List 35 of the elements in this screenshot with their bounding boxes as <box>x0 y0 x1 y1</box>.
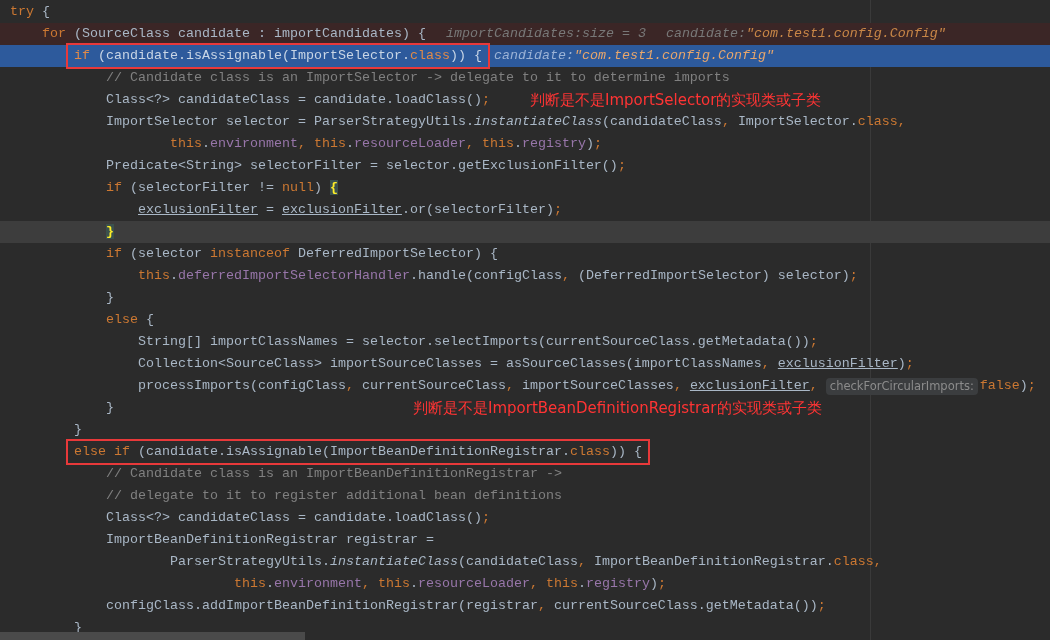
code-line: for (SourceClass candidate : importCandidates) { <box>42 25 426 43</box>
code-line: ImportBeanDefinitionRegistrar registrar = <box>106 531 434 549</box>
code-line: else if (candidate.isAssignable(ImportBeanDefinitionRegistrar.class)) { <box>74 443 642 461</box>
code-line: configClass.addImportBeanDefinitionRegistrar(registrar, currentSourceClass.getMetadata()); <box>106 597 826 615</box>
code-line: // Candidate class is an ImportBeanDefinitionRegistrar -> <box>106 465 562 483</box>
code-line: false); <box>979 377 1036 395</box>
code-line: Class<?> candidateClass = candidate.loadClass(); <box>106 91 490 109</box>
code-line: this.environment, this.resourceLoader, this.registry); <box>169 135 602 153</box>
code-line: ImportSelector selector = ParserStrategyUtils.instantiateClass(candidateClass, ImportSelector.class, <box>106 113 906 131</box>
code-line: if (selector instanceof DeferredImportSelector) { <box>106 245 498 263</box>
inline-debug-value: candidate:"com.test1.config.Config" <box>493 47 774 65</box>
parameter-hint: checkForCircularImports: <box>825 377 978 395</box>
code-line: // Candidate class is an ImportSelector -> delegate to it to determine imports <box>106 69 730 87</box>
inline-debug-value: importCandidates:size = 3 <box>445 25 646 43</box>
code-line: try { <box>10 3 50 21</box>
code-line: Predicate<String> selectorFilter = selector.getExclusionFilter(); <box>106 157 626 175</box>
code-line: if (selectorFilter != null) { <box>106 179 338 197</box>
code-line: String[] importClassNames = selector.selectImports(currentSourceClass.getMetadata()); <box>138 333 818 351</box>
code-line: // delegate to it to register additional bean definitions <box>106 487 562 505</box>
code-line: } <box>106 289 114 307</box>
code-line: processImports(configClass, currentSourceClass, importSourceClasses, exclusionFilter, <box>138 377 818 395</box>
code-line: else { <box>106 311 154 329</box>
code-line: } <box>106 399 114 417</box>
code-line: Class<?> candidateClass = candidate.loadClass(); <box>106 509 490 527</box>
code-line: exclusionFilter = exclusionFilter.or(selectorFilter); <box>138 201 562 219</box>
code-line: Collection<SourceClass> importSourceClasses = asSourceClasses(importClassNames, exclusionFilter); <box>138 355 914 373</box>
annotation-text: 判断是不是ImportSelector的实现类或子类 <box>530 90 822 111</box>
code-line: if (candidate.isAssignable(ImportSelector.class)) { <box>74 47 482 65</box>
horizontal-scrollbar[interactable] <box>0 632 305 640</box>
annotation-text: 判断是不是ImportBeanDefinitionRegistrar的实现类或子类 <box>413 398 822 419</box>
code-line: ParserStrategyUtils.instantiateClass(candidateClass, ImportBeanDefinitionRegistrar.class, <box>169 553 882 571</box>
code-line: this.deferredImportSelectorHandler.handle(configClass, (DeferredImportSelector) selector); <box>138 267 858 285</box>
inline-debug-value: candidate:"com.test1.config.Config" <box>665 25 946 43</box>
code-line: } <box>74 421 82 439</box>
code-line: this.environment, this.resourceLoader, this.registry); <box>233 575 666 593</box>
